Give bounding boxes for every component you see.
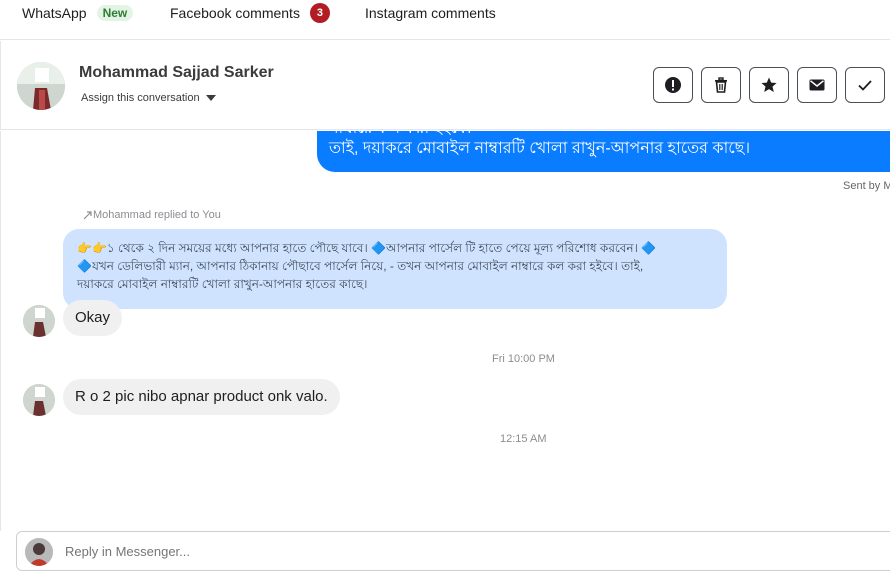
conversation-header: Mohammad Sajjad Sarker Assign this conve…: [0, 41, 890, 130]
mark-done-button[interactable]: [845, 67, 885, 103]
checkmark-icon: [858, 80, 872, 91]
caret-down-icon: [205, 95, 216, 101]
reply-arrow-icon: [83, 211, 92, 220]
delete-button[interactable]: [701, 67, 741, 103]
tab-facebook-comments-label: Facebook comments: [170, 5, 300, 21]
assign-conversation-dropdown[interactable]: Assign this conversation: [81, 92, 216, 104]
trash-icon: [715, 77, 727, 93]
tab-facebook-comments[interactable]: Facebook comments 3: [170, 3, 330, 23]
reply-indicator: Mohammad replied to You: [83, 209, 221, 221]
mark-unread-button[interactable]: [797, 67, 837, 103]
timestamp: 12:15 AM: [500, 433, 547, 445]
envelope-icon: [809, 79, 825, 91]
outgoing-message: নাম্বারে কল করা হইবে। তাই, দয়াকরে মোবাই…: [317, 131, 890, 172]
star-button[interactable]: [749, 67, 789, 103]
reply-composer[interactable]: [16, 531, 890, 571]
message-thread[interactable]: নাম্বারে কল করা হইবে। তাই, দয়াকরে মোবাই…: [0, 131, 890, 531]
tab-whatsapp-label: WhatsApp: [22, 5, 87, 21]
quoted-message-line: দয়াকরে মোবাইল নাম্বারটি খোলা রাখুন-আপনা…: [77, 277, 368, 291]
report-button[interactable]: [653, 67, 693, 103]
channel-tabs: WhatsApp New Facebook comments 3 Instagr…: [0, 0, 890, 40]
assign-label: Assign this conversation: [81, 92, 200, 104]
new-badge: New: [96, 5, 134, 21]
sent-by-label: Sent by M: [843, 180, 890, 192]
outgoing-message-line: তাই, দয়াকরে মোবাইল নাম্বারটি খোলা রাখুন…: [329, 140, 751, 157]
sender-avatar: [23, 305, 55, 337]
quoted-message: 👉👉১ থেকে ২ দিন সময়ের মধ্যে আপনার হাতে প…: [63, 229, 727, 309]
report-icon: [665, 77, 681, 93]
incoming-message: R o 2 pic nibo apnar product onk valo.: [63, 379, 340, 415]
reply-input[interactable]: [65, 544, 665, 559]
contact-avatar[interactable]: [17, 62, 65, 110]
timestamp: Fri 10:00 PM: [492, 353, 555, 365]
quoted-message-line: 👉👉১ থেকে ২ দিন সময়ের মধ্যে আপনার হাতে প…: [77, 241, 657, 255]
star-icon: [761, 77, 777, 92]
unread-count-badge: 3: [309, 3, 330, 23]
agent-avatar: [25, 538, 53, 566]
incoming-message: Okay: [63, 300, 123, 336]
tab-instagram-comments[interactable]: Instagram comments: [365, 4, 496, 22]
sender-avatar: [23, 384, 55, 416]
quoted-message-line: 🔷যখন ডেলিভারী ম্যান, আপনার ঠিকানায় পৌছা…: [77, 259, 644, 273]
contact-name: Mohammad Sajjad Sarker: [79, 64, 274, 81]
reply-indicator-text: Mohammad replied to You: [93, 209, 221, 221]
tab-whatsapp[interactable]: WhatsApp New: [22, 4, 134, 22]
tab-instagram-comments-label: Instagram comments: [365, 5, 496, 21]
outgoing-message-line: নাম্বারে কল করা হইবে।: [329, 131, 890, 139]
